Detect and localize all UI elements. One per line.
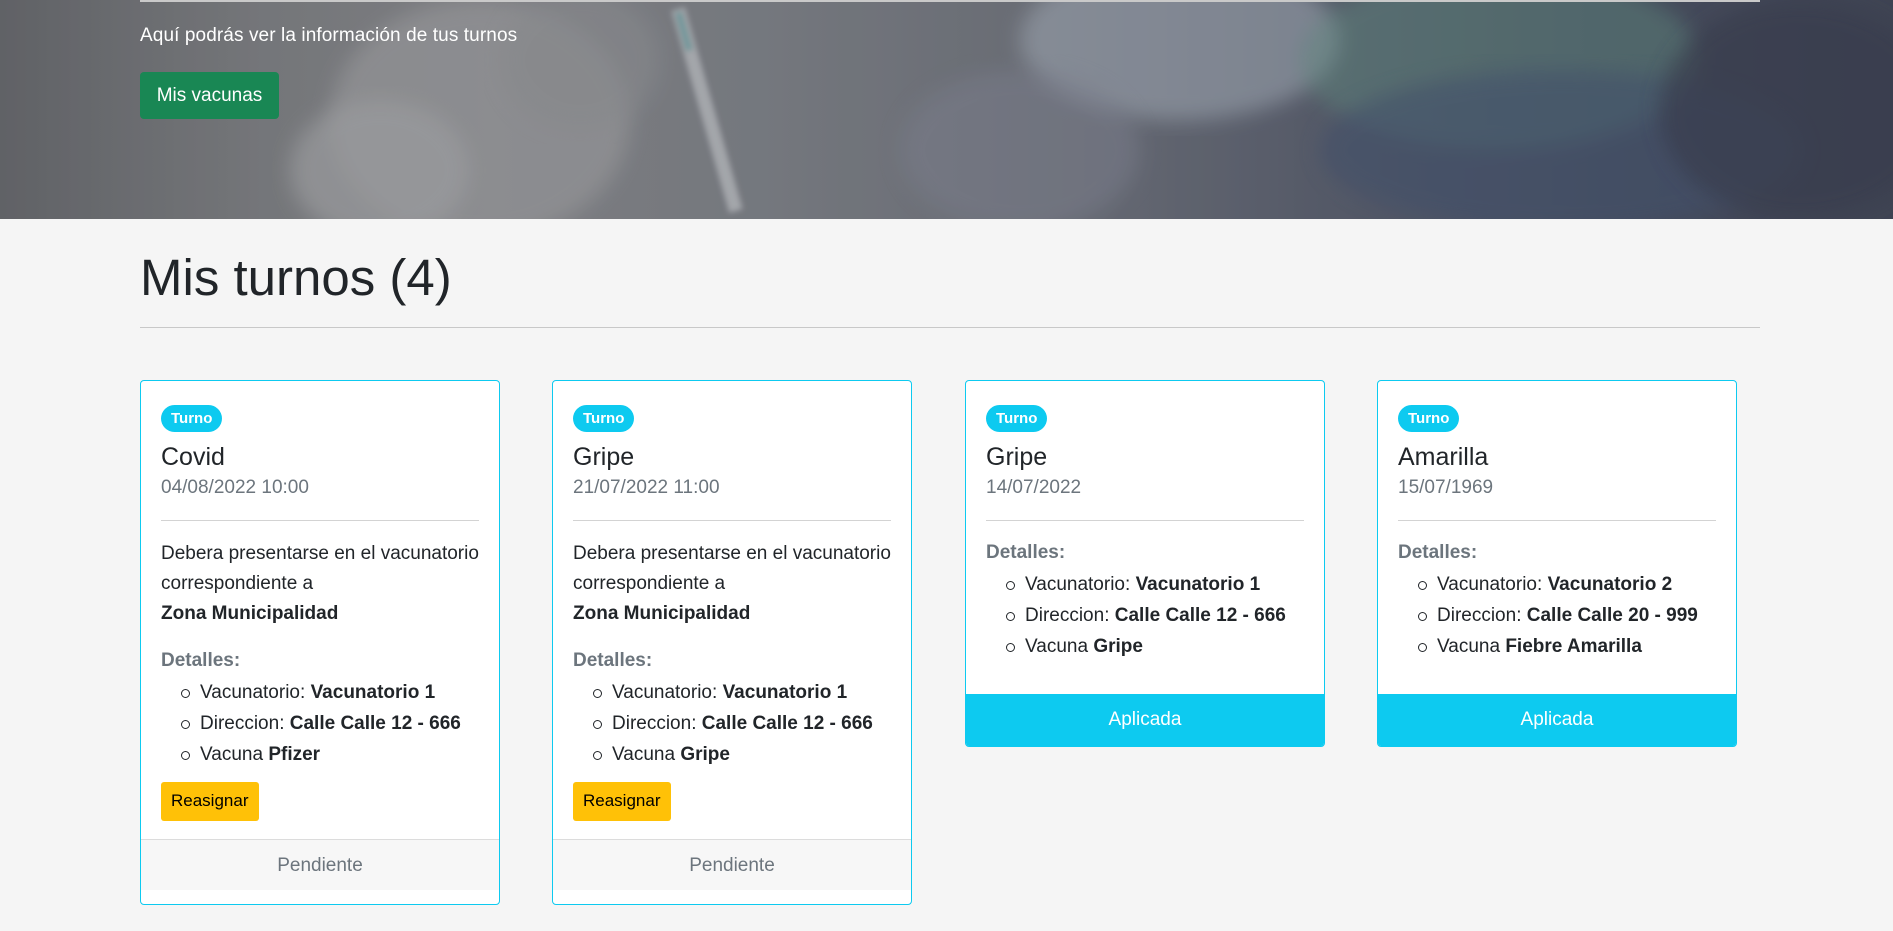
- card-divider: [573, 519, 891, 521]
- details-list: Vacunatorio: Vacunatorio 1 Direccion: Ca…: [161, 677, 479, 770]
- detail-label: Direccion:: [200, 712, 285, 734]
- card-title: Covid: [161, 443, 225, 471]
- detail-vacuna: Vacuna Pfizer: [181, 739, 479, 770]
- detail-value: Calle Calle 12 - 666: [1114, 604, 1286, 626]
- detail-value: Vacunatorio 2: [1547, 573, 1673, 595]
- turno-badge: Turno: [573, 405, 635, 432]
- page-title: Mis turnos (4): [140, 249, 452, 306]
- detail-value: Vacunatorio 1: [310, 681, 436, 703]
- detail-value: Fiebre Amarilla: [1505, 635, 1642, 657]
- detail-vacuna: Vacuna Gripe: [593, 739, 891, 770]
- appointment-card: Turno Covid 04/08/2022 10:00 Debera pres…: [140, 380, 500, 905]
- detail-value: Gripe: [1093, 635, 1143, 657]
- status-footer: Pendiente: [553, 838, 911, 890]
- reasignar-button[interactable]: Reasignar: [161, 781, 259, 821]
- details-list: Vacunatorio: Vacunatorio 2 Direccion: Ca…: [1398, 569, 1716, 662]
- detail-value: Pfizer: [268, 743, 321, 765]
- card-instructions: Debera presentarse en el vacunatorio cor…: [573, 539, 891, 629]
- status-footer: Aplicada: [1378, 693, 1736, 746]
- appointment-card: Turno Gripe 14/07/2022 Detalles: Vacunat…: [965, 380, 1325, 747]
- hero-banner: Aquí podrás ver la información de tus tu…: [0, 0, 1893, 219]
- detail-label: Vacuna: [1025, 635, 1089, 657]
- appointment-card: Turno Gripe 21/07/2022 11:00 Debera pres…: [552, 380, 912, 905]
- detail-label: Direccion:: [1437, 604, 1522, 626]
- section-divider: [140, 327, 1760, 328]
- detail-label: Vacunatorio:: [1437, 573, 1543, 595]
- detail-direccion: Direccion: Calle Calle 12 - 666: [181, 708, 479, 739]
- mis-vacunas-button[interactable]: Mis vacunas: [140, 72, 279, 119]
- card-body: Turno Covid 04/08/2022 10:00 Debera pres…: [141, 381, 499, 839]
- detail-vacunatorio: Vacunatorio: Vacunatorio 1: [1006, 569, 1304, 600]
- detail-value: Vacunatorio 1: [722, 681, 848, 703]
- details-label: Detalles:: [573, 649, 653, 671]
- details-label: Detalles:: [161, 649, 241, 671]
- detail-label: Vacuna: [200, 743, 264, 765]
- detail-label: Vacunatorio:: [612, 681, 718, 703]
- detail-value: Calle Calle 12 - 666: [701, 712, 873, 734]
- card-divider: [986, 519, 1304, 521]
- details-list: Vacunatorio: Vacunatorio 1 Direccion: Ca…: [573, 677, 891, 770]
- detail-vacuna: Vacuna Fiebre Amarilla: [1418, 631, 1716, 662]
- reasignar-button[interactable]: Reasignar: [573, 781, 671, 821]
- card-divider: [1398, 519, 1716, 521]
- detail-value: Calle Calle 12 - 666: [289, 712, 461, 734]
- detail-vacunatorio: Vacunatorio: Vacunatorio 2: [1418, 569, 1716, 600]
- detail-direccion: Direccion: Calle Calle 20 - 999: [1418, 600, 1716, 631]
- card-title: Gripe: [573, 443, 635, 471]
- card-date: 21/07/2022 11:00: [573, 477, 720, 498]
- card-title: Gripe: [986, 443, 1048, 471]
- hero-subtitle: Aquí podrás ver la información de tus tu…: [140, 25, 518, 46]
- instructions-text: Debera presentarse en el vacunatorio cor…: [573, 542, 891, 594]
- detail-vacunatorio: Vacunatorio: Vacunatorio 1: [593, 677, 891, 708]
- details-label: Detalles:: [986, 541, 1066, 563]
- status-footer: Pendiente: [141, 838, 499, 890]
- details-list: Vacunatorio: Vacunatorio 1 Direccion: Ca…: [986, 569, 1304, 662]
- details-label: Detalles:: [1398, 541, 1478, 563]
- appointment-card: Turno Amarilla 15/07/1969 Detalles: Vacu…: [1377, 380, 1737, 747]
- card-body: Turno Amarilla 15/07/1969 Detalles: Vacu…: [1378, 381, 1736, 694]
- status-footer: Aplicada: [966, 693, 1324, 746]
- hero-top-divider: [140, 0, 1760, 2]
- card-date: 15/07/1969: [1398, 477, 1494, 498]
- turno-badge: Turno: [986, 405, 1048, 432]
- turno-badge: Turno: [161, 405, 223, 432]
- detail-direccion: Direccion: Calle Calle 12 - 666: [593, 708, 891, 739]
- instructions-text: Debera presentarse en el vacunatorio cor…: [161, 542, 479, 594]
- card-instructions: Debera presentarse en el vacunatorio cor…: [161, 539, 479, 629]
- zone-name: Zona Municipalidad: [573, 602, 751, 624]
- detail-vacuna: Vacuna Gripe: [1006, 631, 1304, 662]
- detail-label: Vacuna: [1437, 635, 1501, 657]
- detail-vacunatorio: Vacunatorio: Vacunatorio 1: [181, 677, 479, 708]
- detail-value: Gripe: [680, 743, 730, 765]
- zone-name: Zona Municipalidad: [161, 602, 339, 624]
- detail-value: Calle Calle 20 - 999: [1526, 604, 1698, 626]
- detail-label: Vacunatorio:: [200, 681, 306, 703]
- detail-label: Direccion:: [1025, 604, 1110, 626]
- detail-direccion: Direccion: Calle Calle 12 - 666: [1006, 600, 1304, 631]
- detail-label: Direccion:: [612, 712, 697, 734]
- detail-label: Vacunatorio:: [1025, 573, 1131, 595]
- turno-badge: Turno: [1398, 405, 1460, 432]
- card-body: Turno Gripe 14/07/2022 Detalles: Vacunat…: [966, 381, 1324, 694]
- detail-value: Vacunatorio 1: [1135, 573, 1261, 595]
- card-date: 14/07/2022: [986, 477, 1082, 498]
- detail-label: Vacuna: [612, 743, 676, 765]
- card-title: Amarilla: [1398, 443, 1489, 471]
- card-divider: [161, 519, 479, 521]
- card-body: Turno Gripe 21/07/2022 11:00 Debera pres…: [553, 381, 911, 839]
- card-date: 04/08/2022 10:00: [161, 477, 309, 498]
